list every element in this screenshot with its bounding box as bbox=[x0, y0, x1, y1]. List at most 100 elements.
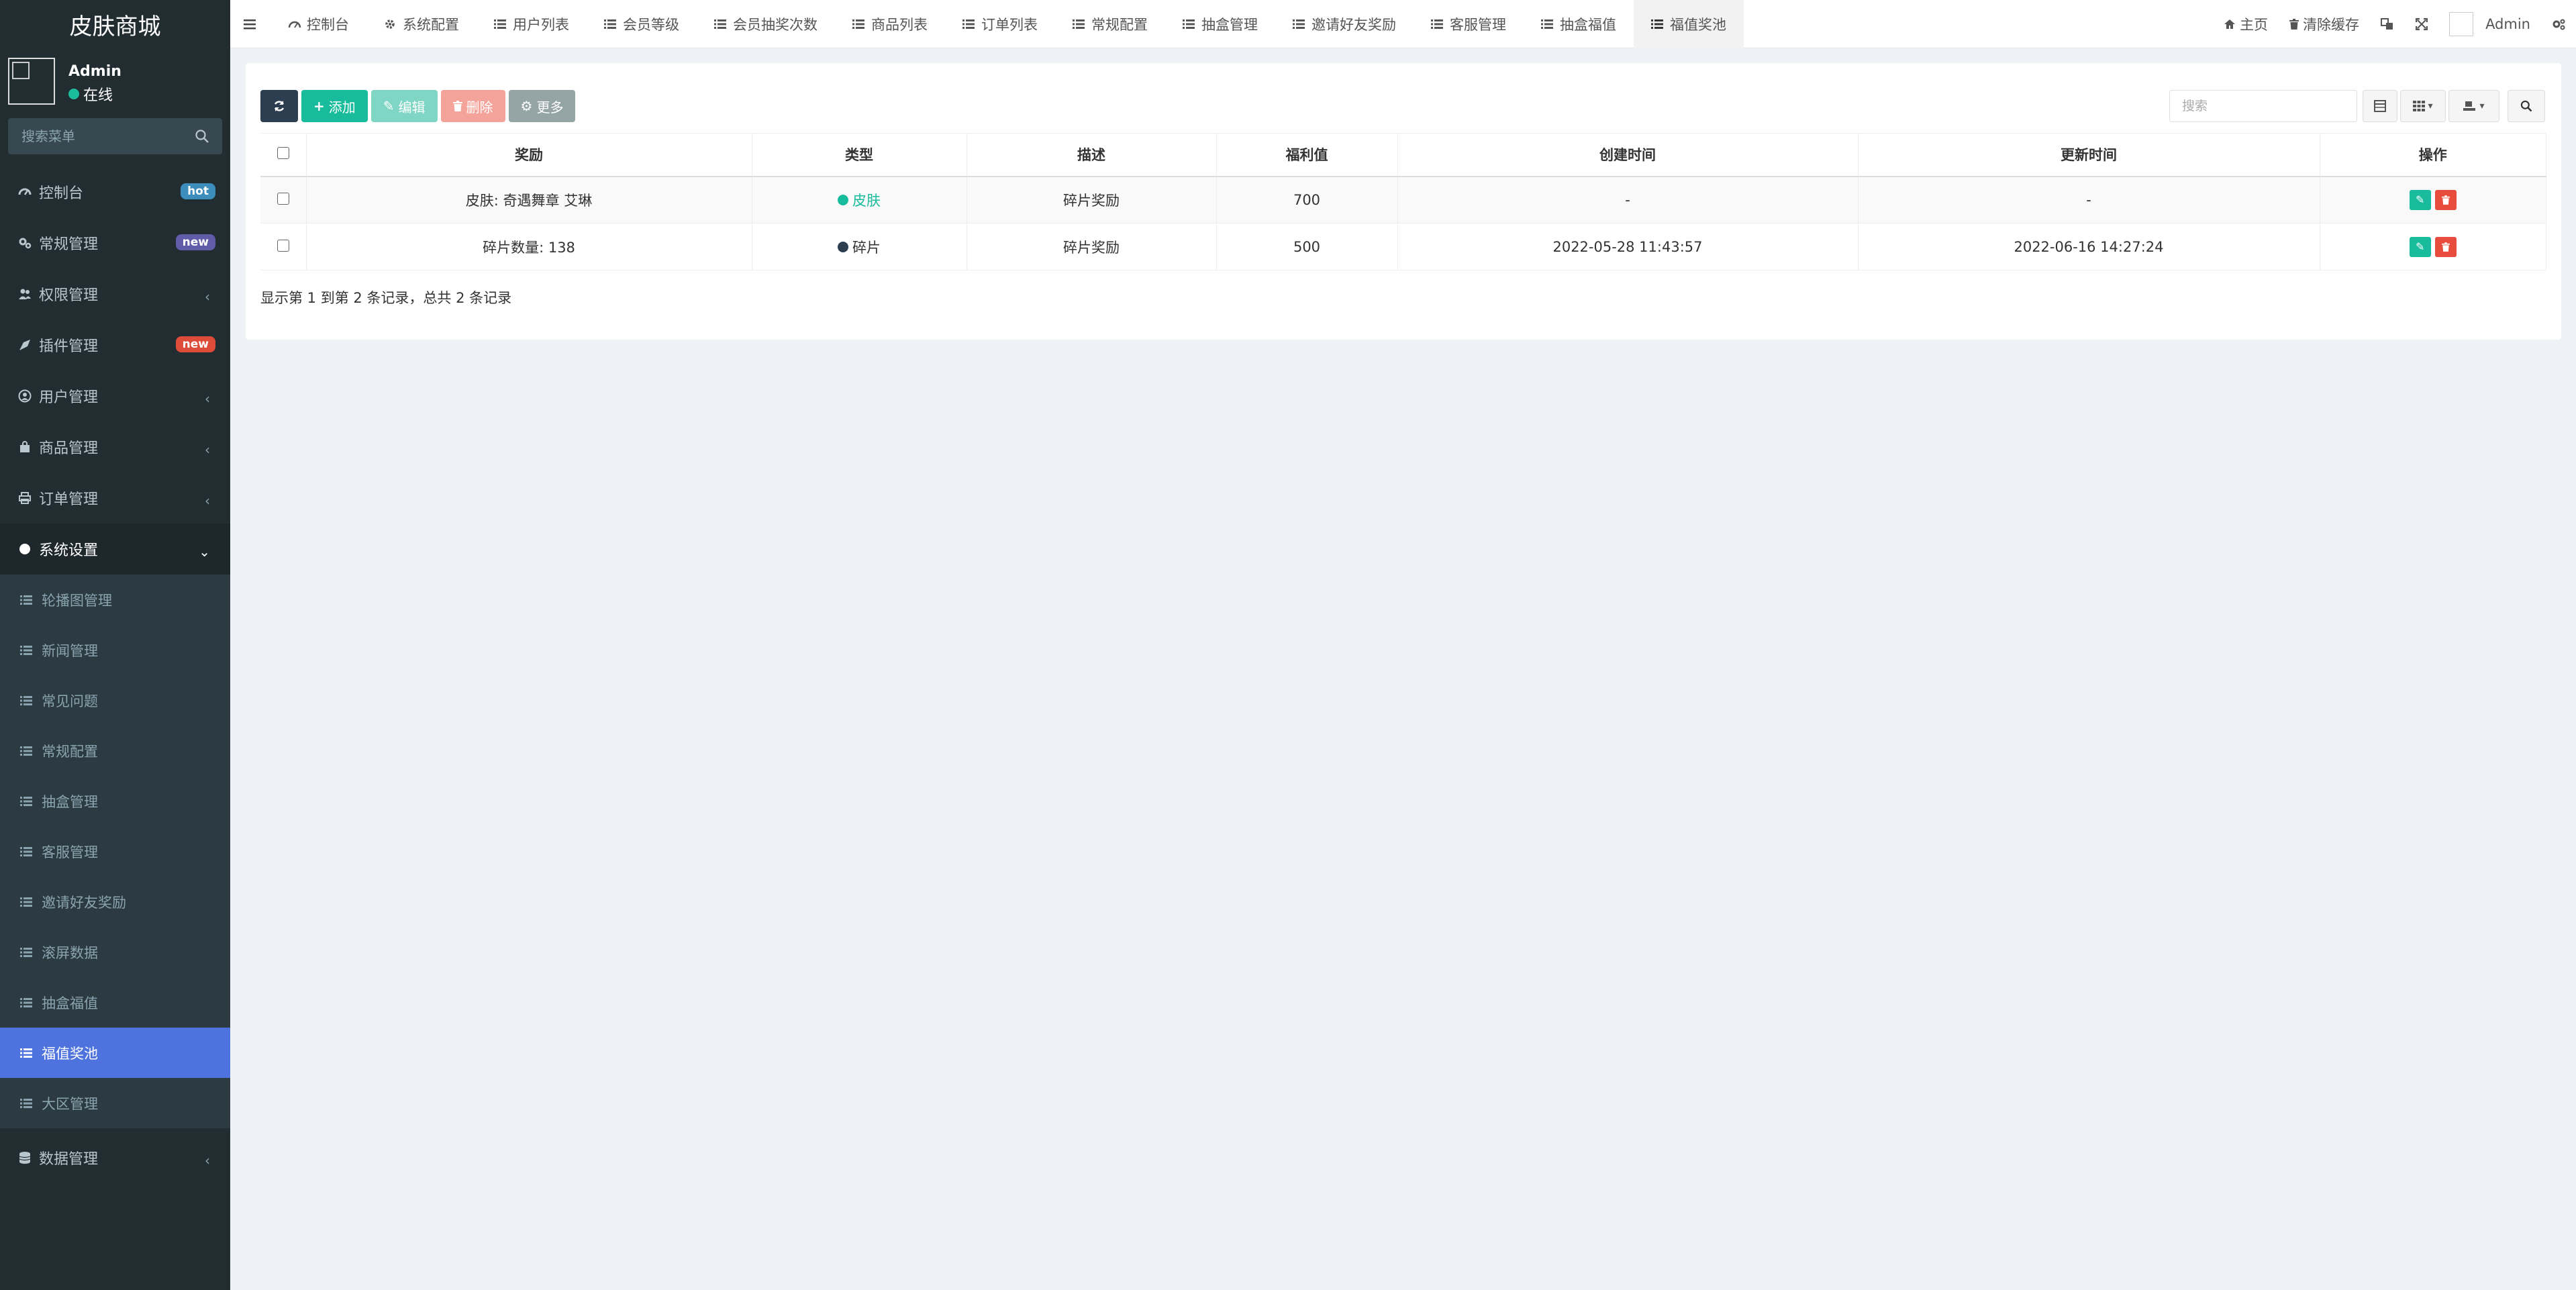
sidebar-item-general[interactable]: 常规管理 new bbox=[0, 217, 230, 268]
sidebar-item-label: 控制台 bbox=[39, 185, 84, 202]
submenu-item-general-config[interactable]: 常规配置 bbox=[0, 726, 230, 776]
sidebar-item-orders[interactable]: 订单管理 ‹ bbox=[0, 473, 230, 524]
tab-label: 客服管理 bbox=[1450, 16, 1506, 33]
row-delete-button[interactable] bbox=[2434, 189, 2457, 210]
row-checkbox[interactable] bbox=[277, 192, 289, 205]
submenu-item-value-pool[interactable]: 福值奖池 bbox=[0, 1028, 230, 1078]
sidebar-item-label: 数据管理 bbox=[39, 1151, 99, 1168]
tab-customer-service[interactable]: 客服管理 bbox=[1414, 0, 1524, 48]
table-row[interactable]: 皮肤: 奇遇舞章 艾琳 皮肤 碎片奖励 700 - - ✎ bbox=[260, 176, 2546, 224]
menu-search-input[interactable] bbox=[21, 128, 209, 144]
submenu-item-customer-service[interactable]: 客服管理 bbox=[0, 826, 230, 877]
tab-product-list[interactable]: 商品列表 bbox=[835, 0, 945, 48]
tab-order-list[interactable]: 订单列表 bbox=[945, 0, 1055, 48]
operate-cell: ✎ bbox=[2320, 223, 2546, 270]
type-dot-icon bbox=[838, 241, 848, 252]
user-status-label: 在线 bbox=[83, 87, 113, 104]
clear-cache-link[interactable]: 清除缓存 bbox=[2279, 0, 2370, 48]
system-settings-submenu: 轮播图管理 新闻管理 常见问题 常规配置 抽盒管理 客服管理 邀请好友奖励 滚屏… bbox=[0, 575, 230, 1128]
export-button[interactable]: ▾ bbox=[2448, 90, 2499, 122]
refresh-button[interactable] bbox=[260, 90, 298, 122]
column-header[interactable]: 更新时间 bbox=[1858, 133, 2320, 177]
data-table: 奖励 类型 描述 福利值 创建时间 更新时间 操作 皮肤: 奇遇舞章 艾琳 皮肤… bbox=[260, 133, 2546, 270]
tab-box-value[interactable]: 抽盒福值 bbox=[1524, 0, 1634, 48]
delete-button[interactable]: 删除 bbox=[440, 90, 505, 122]
more-button[interactable]: ⚙ 更多 bbox=[508, 90, 576, 122]
add-button[interactable]: + 添加 bbox=[301, 90, 368, 122]
updated-cell: 2022-06-16 14:27:24 bbox=[1858, 223, 2320, 270]
toggle-view-button[interactable] bbox=[2363, 90, 2397, 122]
table-search-input[interactable] bbox=[2169, 90, 2357, 122]
submenu-item-label: 大区管理 bbox=[42, 1095, 98, 1112]
row-edit-button[interactable]: ✎ bbox=[2409, 189, 2431, 210]
row-edit-button[interactable]: ✎ bbox=[2409, 236, 2431, 257]
caret-down-icon: ▾ bbox=[2479, 101, 2485, 111]
tab-member-level[interactable]: 会员等级 bbox=[587, 0, 697, 48]
row-checkbox-cell bbox=[260, 176, 307, 224]
tab-user-list[interactable]: 用户列表 bbox=[477, 0, 587, 48]
submenu-item-box-value[interactable]: 抽盒福值 bbox=[0, 977, 230, 1028]
search-icon[interactable] bbox=[194, 128, 210, 144]
home-link[interactable]: 主页 bbox=[2213, 0, 2279, 48]
list-icon bbox=[20, 644, 34, 657]
new-badge: new bbox=[175, 336, 215, 352]
chevron-down-icon: ⌄ bbox=[199, 544, 210, 560]
sidebar-item-data[interactable]: 数据管理 ‹ bbox=[0, 1132, 230, 1183]
advanced-search-button[interactable] bbox=[2508, 90, 2545, 122]
settings-toggle[interactable] bbox=[2541, 0, 2576, 48]
tab-value-pool[interactable]: 福值奖池 bbox=[1634, 0, 1744, 48]
column-header[interactable]: 创建时间 bbox=[1397, 133, 1859, 177]
list-icon bbox=[20, 895, 34, 909]
sidebar-item-dashboard[interactable]: 控制台 hot bbox=[0, 166, 230, 217]
navbar-right: 主页 清除缓存 Admin bbox=[2213, 0, 2576, 48]
table-row[interactable]: 碎片数量: 138 碎片 碎片奖励 500 2022-05-28 11:43:5… bbox=[260, 223, 2546, 270]
tab-label: 控制台 bbox=[307, 16, 349, 33]
submenu-item-faq[interactable]: 常见问题 bbox=[0, 675, 230, 726]
home-icon bbox=[2224, 19, 2236, 29]
submenu-item-invite-reward[interactable]: 邀请好友奖励 bbox=[0, 877, 230, 927]
pencil-icon: ✎ bbox=[383, 98, 395, 114]
submenu-item-scroll-data[interactable]: 滚屏数据 bbox=[0, 927, 230, 977]
columns-button[interactable]: ▾ bbox=[2400, 90, 2446, 122]
sidebar-menu: 控制台 hot 常规管理 new 权限管理 ‹ 插件管理 new 用户管理 ‹ … bbox=[0, 166, 230, 575]
submenu-item-region[interactable]: 大区管理 bbox=[0, 1078, 230, 1128]
sidebar-item-permissions[interactable]: 权限管理 ‹ bbox=[0, 268, 230, 319]
submenu-item-banner[interactable]: 轮播图管理 bbox=[0, 575, 230, 625]
tab-dashboard[interactable]: 控制台 bbox=[270, 0, 366, 48]
tab-system-config[interactable]: 系统配置 bbox=[366, 0, 477, 48]
pagination-info: 显示第 1 到第 2 条记录，总共 2 条记录 bbox=[260, 290, 512, 306]
column-header[interactable]: 描述 bbox=[967, 133, 1217, 177]
app-logo[interactable]: 皮肤商城 bbox=[0, 0, 230, 48]
row-checkbox[interactable] bbox=[277, 239, 289, 252]
language-toggle[interactable] bbox=[2370, 0, 2405, 48]
tab-general-config[interactable]: 常规配置 bbox=[1055, 0, 1165, 48]
sidebar-item-system-settings[interactable]: 系统设置 ⌄ bbox=[0, 524, 230, 575]
tab-label: 抽盒管理 bbox=[1201, 16, 1258, 33]
edit-button[interactable]: ✎ 编辑 bbox=[370, 90, 438, 122]
sidebar-item-products[interactable]: 商品管理 ‹ bbox=[0, 421, 230, 473]
submenu-item-box-management[interactable]: 抽盒管理 bbox=[0, 776, 230, 826]
row-delete-button[interactable] bbox=[2434, 236, 2457, 257]
submenu-item-label: 抽盒福值 bbox=[42, 995, 98, 1011]
fullscreen-toggle[interactable] bbox=[2405, 0, 2438, 48]
list-icon bbox=[20, 996, 34, 1009]
column-header[interactable]: 类型 bbox=[752, 133, 967, 177]
user-menu[interactable]: Admin bbox=[2438, 0, 2541, 48]
type-label: 皮肤 bbox=[852, 192, 881, 209]
tab-invite-reward[interactable]: 邀请好友奖励 bbox=[1275, 0, 1414, 48]
list-icon bbox=[714, 17, 728, 31]
list-icon bbox=[20, 744, 34, 758]
tab-member-draws[interactable]: 会员抽奖次数 bbox=[697, 0, 835, 48]
submenu-item-news[interactable]: 新闻管理 bbox=[0, 625, 230, 675]
list-icon bbox=[494, 17, 507, 31]
tab-box-management[interactable]: 抽盒管理 bbox=[1165, 0, 1275, 48]
list-icon bbox=[1293, 17, 1306, 31]
table-icon bbox=[2374, 100, 2386, 112]
column-header[interactable]: 福利值 bbox=[1216, 133, 1398, 177]
sidebar-item-users[interactable]: 用户管理 ‹ bbox=[0, 370, 230, 421]
sidebar: 皮肤商城 Admin 在线 控制台 hot 常规管理 new 权限管理 ‹ bbox=[0, 0, 230, 1290]
sidebar-item-plugins[interactable]: 插件管理 new bbox=[0, 319, 230, 370]
select-all-checkbox[interactable] bbox=[277, 147, 289, 160]
sidebar-toggle-icon[interactable] bbox=[230, 0, 270, 48]
column-header[interactable]: 奖励 bbox=[306, 133, 752, 177]
